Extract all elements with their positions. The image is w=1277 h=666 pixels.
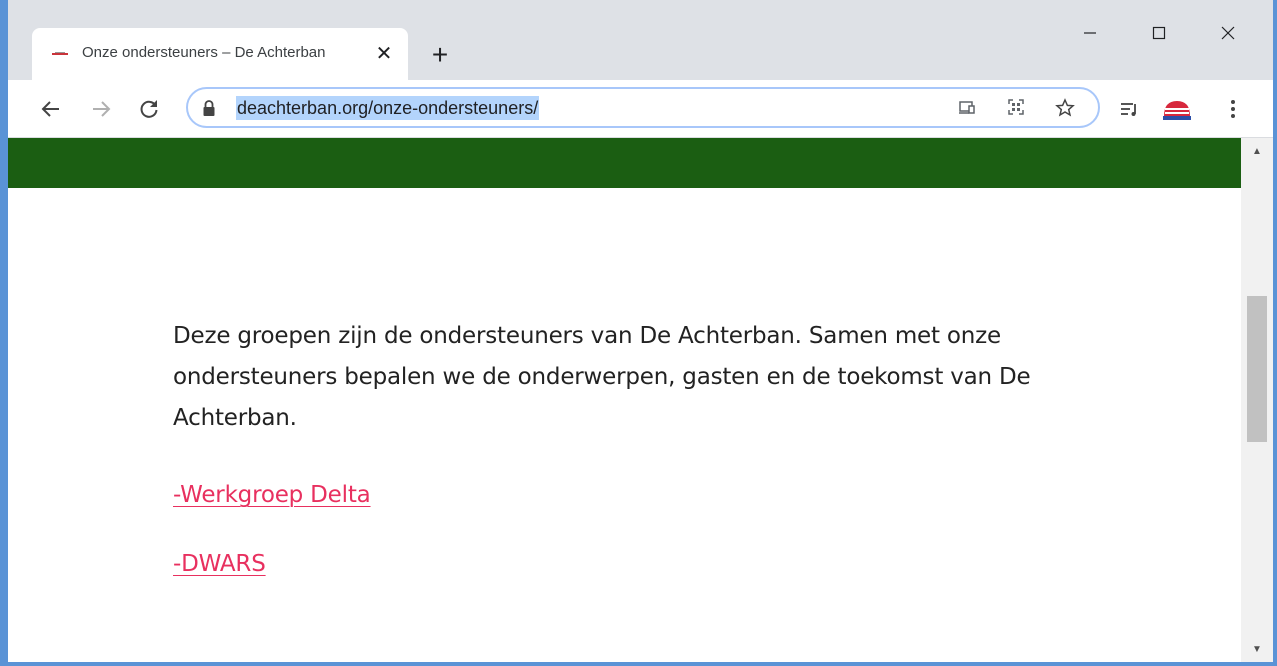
cast-icon[interactable] xyxy=(956,98,978,120)
profile-avatar-icon[interactable] xyxy=(1160,96,1194,122)
page-viewport: Deze groepen zijn de ondersteuners van D… xyxy=(8,138,1241,662)
minimize-button[interactable] xyxy=(1070,18,1110,48)
reading-list-icon[interactable] xyxy=(1116,96,1142,122)
browser-toolbar: deachterban.org/onze-ondersteuners/ xyxy=(8,80,1273,138)
back-arrow-icon xyxy=(41,101,59,117)
tab-strip: Onze ondersteuners – De Achterban ✕ + xyxy=(8,0,1273,80)
menu-icon[interactable] xyxy=(1220,96,1246,122)
site-header-bar xyxy=(8,138,1241,188)
tab-close-icon[interactable]: ✕ xyxy=(372,42,396,66)
tab-title: Onze ondersteuners – De Achterban xyxy=(82,44,326,61)
page-content: Deze groepen zijn de ondersteuners van D… xyxy=(173,316,1053,585)
close-window-button[interactable] xyxy=(1208,18,1248,48)
maximize-button[interactable] xyxy=(1139,18,1179,48)
active-tab[interactable]: Onze ondersteuners – De Achterban ✕ xyxy=(32,28,408,80)
new-tab-button[interactable]: + xyxy=(426,41,454,70)
maximize-icon xyxy=(1152,26,1166,40)
scroll-down-arrow-icon[interactable]: ▼ xyxy=(1241,640,1273,660)
back-button[interactable] xyxy=(38,96,64,122)
intro-paragraph: Deze groepen zijn de ondersteuners van D… xyxy=(173,323,1031,431)
link-werkgroep-delta[interactable]: -Werkgroep Delta xyxy=(173,475,1053,516)
page-scrollbar[interactable]: ▲ ▼ xyxy=(1241,138,1273,662)
minimize-icon xyxy=(1084,32,1096,34)
lock-icon xyxy=(203,100,215,116)
reload-button[interactable] xyxy=(136,96,162,122)
scroll-thumb[interactable] xyxy=(1247,296,1267,442)
close-icon xyxy=(1221,26,1235,40)
site-favicon-icon xyxy=(52,52,68,55)
browser-window: Onze ondersteuners – De Achterban ✕ + de… xyxy=(8,0,1273,662)
forward-arrow-icon xyxy=(93,101,111,117)
forward-button[interactable] xyxy=(88,96,114,122)
qr-code-icon[interactable] xyxy=(1005,98,1027,120)
scroll-up-arrow-icon[interactable]: ▲ xyxy=(1241,142,1273,162)
address-bar[interactable]: deachterban.org/onze-ondersteuners/ xyxy=(186,87,1100,128)
url-text[interactable]: deachterban.org/onze-ondersteuners/ xyxy=(236,96,540,120)
link-dwars[interactable]: -DWARS xyxy=(173,544,1053,585)
reload-icon xyxy=(140,100,158,118)
star-icon[interactable] xyxy=(1054,98,1076,120)
